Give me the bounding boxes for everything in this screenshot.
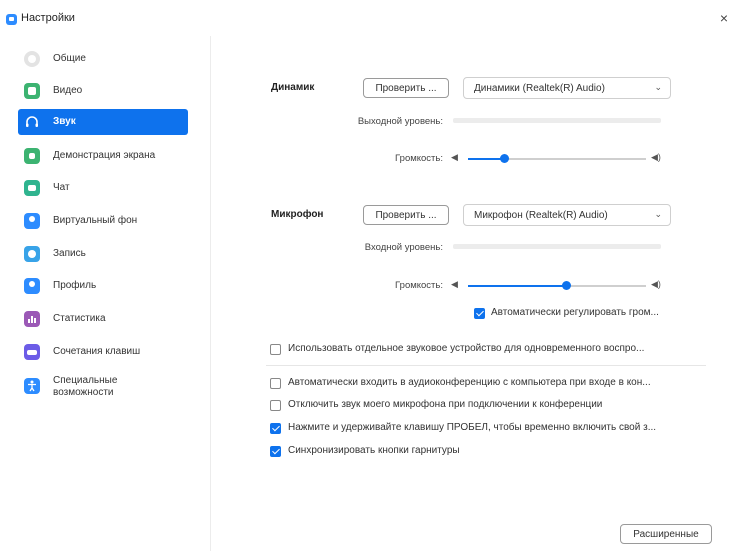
sidebar-item-label: Общие [53,53,86,64]
test-speaker-button[interactable]: Проверить ... [363,78,449,98]
share-screen-icon [24,148,40,164]
title-bar: Настройки × [0,0,732,36]
virtual-background-icon [24,213,40,229]
output-level-meter [453,118,661,123]
sidebar-item-label: Сочетания клавиш [53,346,141,357]
sidebar-item-accessibility[interactable]: Специальные возможности [18,372,188,398]
record-icon [24,246,40,262]
sidebar-item-audio[interactable]: Звук [18,109,188,135]
accessibility-icon [24,378,40,394]
sidebar-item-label: Статистика [53,313,106,324]
input-level-label: Входной уровень: [364,242,443,253]
keyboard-icon [24,344,40,360]
speaker-device-select[interactable]: Динамики (Realtek(R) Audio) ⌄ [463,77,671,99]
sidebar-item-share-screen[interactable]: Демонстрация экрана [18,143,188,169]
separate-device-label: Использовать отдельное звуковое устройст… [288,343,645,354]
gear-icon [24,51,40,67]
output-level-label: Выходной уровень: [357,116,443,127]
sidebar-item-recording[interactable]: Запись [18,241,188,267]
sidebar-item-profile[interactable]: Профиль [18,273,188,299]
sidebar-item-label: Профиль [53,280,97,291]
sidebar-item-virtual-background[interactable]: Виртуальный фон [18,208,188,234]
sidebar-item-label: Видео [53,85,83,96]
chat-icon [24,180,40,196]
auto-join-audio-checkbox[interactable] [270,378,281,389]
sidebar-item-video[interactable]: Видео [18,78,188,104]
profile-icon [24,278,40,294]
volume-low-icon: ◀ [451,152,458,162]
auto-adjust-checkbox[interactable] [474,308,485,319]
microphone-device-value: Микрофон (Realtek(R) Audio) [474,210,608,221]
microphone-volume-slider[interactable] [468,281,646,290]
chevron-down-icon: ⌄ [654,209,662,219]
test-microphone-button[interactable]: Проверить ... [363,205,449,225]
speaker-volume-label: Громкость: [395,153,443,164]
audio-settings-panel: Динамик Проверить ... Динамики (Realtek(… [211,36,732,551]
microphone-device-select[interactable]: Микрофон (Realtek(R) Audio) ⌄ [463,204,671,226]
input-level-meter [453,244,661,249]
microphone-section-label: Микрофон [271,209,324,220]
statistics-icon [24,311,40,327]
speaker-volume-slider[interactable] [468,154,646,163]
advanced-button[interactable]: Расширенные [620,524,712,544]
sidebar-item-label: Запись [53,248,86,259]
volume-low-icon: ◀ [451,279,458,289]
sidebar-item-label: Звук [53,116,76,127]
window-title: Настройки [21,12,75,24]
headphones-icon [24,114,40,130]
microphone-volume-handle[interactable] [561,281,571,290]
sidebar-item-label: Виртуальный фон [53,215,138,226]
push-to-talk-label: Нажмите и удерживайте клавишу ПРОБЕЛ, чт… [288,422,657,433]
sidebar-item-statistics[interactable]: Статистика [18,306,188,332]
sync-headset-buttons-label: Синхронизировать кнопки гарнитуры [288,445,460,456]
microphone-volume-label: Громкость: [395,280,443,291]
speaker-device-value: Динамики (Realtek(R) Audio) [474,83,605,94]
chevron-down-icon: ⌄ [654,82,662,92]
auto-adjust-label: Автоматически регулировать гром... [491,307,659,318]
speaker-volume-handle[interactable] [499,154,509,163]
speaker-section-label: Динамик [271,82,315,93]
mute-on-join-checkbox[interactable] [270,400,281,411]
sidebar-item-label: Чат [53,182,70,193]
sidebar-item-general[interactable]: Общие [18,46,188,72]
push-to-talk-checkbox[interactable] [270,423,281,434]
sidebar-item-keyboard-shortcuts[interactable]: Сочетания клавиш [18,339,188,365]
volume-high-icon: ◀) [651,152,661,162]
sidebar-item-label: Демонстрация экрана [53,150,156,161]
separate-device-checkbox[interactable] [270,344,281,355]
video-icon [24,83,40,99]
sidebar-item-label: Специальные возможности [53,375,118,398]
settings-sidebar: Общие Видео Звук Демонстрация экрана Чат… [0,36,211,551]
mute-on-join-label: Отключить звук моего микрофона при подкл… [288,399,603,410]
sidebar-item-chat[interactable]: Чат [18,175,188,201]
auto-join-audio-label: Автоматически входить в аудиоконференцию… [288,377,651,388]
volume-high-icon: ◀) [651,279,661,289]
close-icon[interactable]: × [720,10,728,26]
options-divider [266,365,706,366]
zoom-app-icon [6,14,17,25]
sync-headset-buttons-checkbox[interactable] [270,446,281,457]
